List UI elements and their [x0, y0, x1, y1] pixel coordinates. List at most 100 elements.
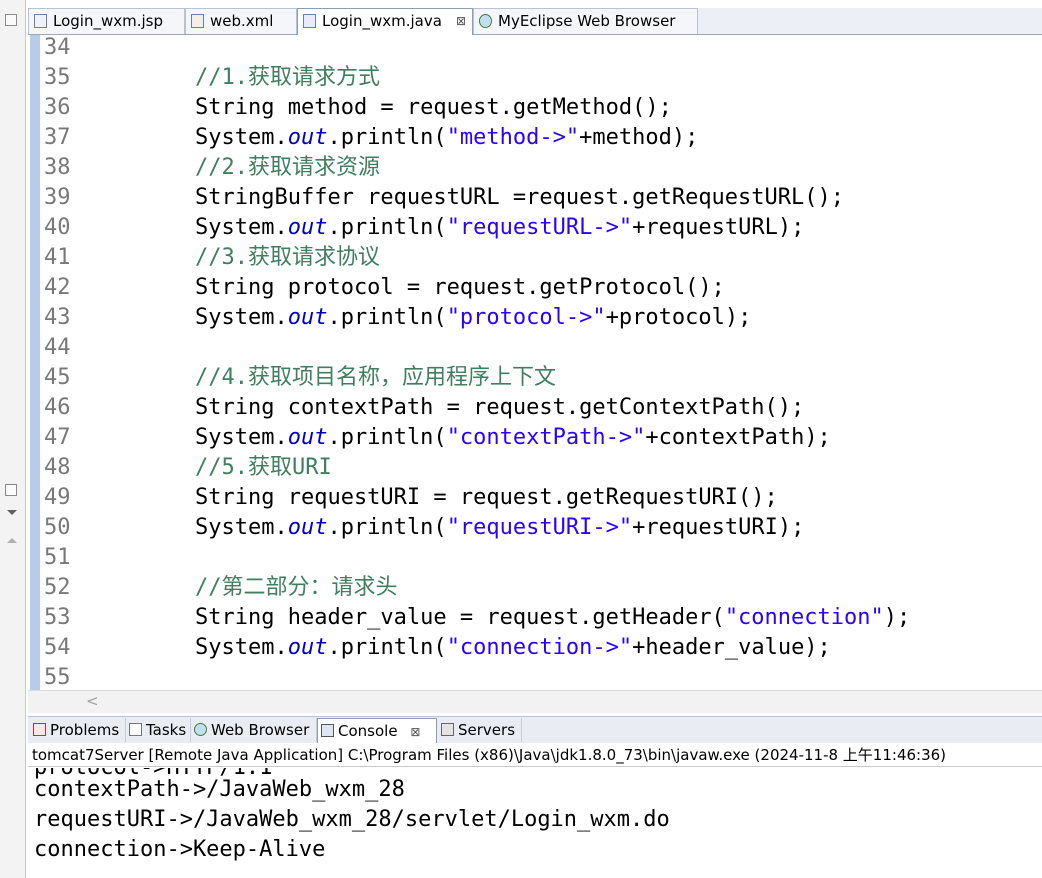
- code-token: .println(: [327, 125, 447, 150]
- code-line: 46 String contextPath = request.getContex…: [28, 393, 1042, 423]
- problems-icon: [33, 723, 46, 736]
- code-token: String protocol = request.getProtocol();: [195, 275, 725, 300]
- left-dock-strip: [0, 0, 26, 878]
- code-line: 52 //第二部分：请求头: [28, 573, 1042, 603]
- code-line: 55: [28, 663, 1042, 693]
- code-text: System.out.println("requestURI->"+reques…: [195, 513, 804, 543]
- code-line: 40 System.out.println("requestURL->"+requ…: [28, 213, 1042, 243]
- tab-label: MyEclipse Web Browser: [498, 12, 676, 30]
- tab-tasks[interactable]: Tasks: [126, 718, 191, 742]
- code-line: 37 System.out.println("method->"+method);: [28, 123, 1042, 153]
- code-line: 50 System.out.println("requestURI->"+requ…: [28, 513, 1042, 543]
- code-static-field: out: [287, 635, 328, 660]
- editor-horizontal-scrollbar[interactable]: <: [28, 690, 1042, 713]
- code-text: String method = request.getMethod();: [195, 93, 672, 123]
- code-string: "requestURI->": [446, 515, 633, 540]
- code-static-field: out: [287, 125, 328, 150]
- code-line: 38 //2.获取请求资源: [28, 153, 1042, 183]
- tab-label: Tasks: [146, 721, 187, 739]
- line-number: 36: [44, 95, 71, 120]
- code-line: 51: [28, 543, 1042, 573]
- code-token: System.: [195, 515, 288, 540]
- line-number: 38: [44, 155, 71, 180]
- code-string: "connection": [724, 605, 884, 630]
- code-text: //2.获取请求资源: [195, 153, 380, 183]
- code-comment: //第二部分：请求头: [195, 575, 398, 600]
- code-token: System.: [195, 305, 288, 330]
- code-editor[interactable]: 34 35 //1.获取请求方式 36 String method = request.…: [28, 35, 1042, 690]
- tab-web-browser[interactable]: Web Browser: [191, 718, 317, 742]
- code-token: +header_value);: [632, 635, 831, 660]
- code-static-field: out: [287, 305, 328, 330]
- code-line: 53 String header_value = request.getHeade…: [28, 603, 1042, 633]
- line-number: 37: [44, 125, 71, 150]
- tab-myeclipse-web-browser[interactable]: MyEclipse Web Browser: [473, 8, 698, 34]
- line-number: 53: [44, 605, 71, 630]
- tab-login-wxm-java[interactable]: Login_wxm.java ⊠: [297, 8, 473, 35]
- xml-file-icon: [191, 14, 204, 28]
- scroll-up-icon[interactable]: [7, 538, 17, 543]
- line-number: 40: [44, 215, 71, 240]
- code-comment: //5.获取URI: [195, 455, 332, 480]
- tab-login-wxm-jsp[interactable]: Login_wxm.jsp: [28, 8, 185, 34]
- close-icon[interactable]: ⊠: [410, 725, 420, 739]
- code-token: String requestURI = request.getRequestUR…: [195, 485, 778, 510]
- line-number: 54: [44, 635, 71, 660]
- code-token: System.: [195, 425, 288, 450]
- code-static-field: out: [287, 425, 328, 450]
- view-menu-icon[interactable]: [7, 510, 17, 515]
- line-number: 46: [44, 395, 71, 420]
- tab-web-xml[interactable]: web.xml: [185, 8, 297, 34]
- code-string: "contextPath->": [446, 425, 646, 450]
- servers-icon: [441, 723, 454, 736]
- code-line: 34: [28, 33, 1042, 63]
- code-comment: //3.获取请求协议: [195, 245, 380, 270]
- scroll-left-icon[interactable]: <: [86, 692, 99, 710]
- tab-problems[interactable]: Problems: [30, 718, 126, 742]
- tab-label: Login_wxm.jsp: [53, 12, 163, 30]
- line-number: 34: [44, 35, 71, 60]
- code-token: +method);: [579, 125, 699, 150]
- line-number: 48: [44, 455, 71, 480]
- code-text: System.out.println("requestURL->"+reques…: [195, 213, 804, 243]
- line-number: 41: [44, 245, 71, 270]
- tab-servers[interactable]: Servers: [438, 718, 522, 742]
- line-number: 52: [44, 575, 71, 600]
- line-number: 55: [44, 665, 71, 690]
- code-token: String header_value = request.getHeader(: [195, 605, 725, 630]
- code-line: 35 //1.获取请求方式: [28, 63, 1042, 93]
- code-token: StringBuffer requestURL =request.getRequ…: [195, 185, 845, 210]
- code-text: //3.获取请求协议: [195, 243, 380, 273]
- restore-view-icon[interactable]: [5, 484, 17, 496]
- code-text: //4.获取项目名称，应用程序上下文: [195, 363, 556, 393]
- code-static-field: out: [287, 215, 328, 240]
- close-icon[interactable]: ⊠: [456, 9, 466, 33]
- code-token: .println(: [327, 305, 447, 330]
- code-string: "protocol->": [446, 305, 606, 330]
- code-text: String requestURI = request.getRequestUR…: [195, 483, 778, 513]
- code-line: 36 String method = request.getMethod();: [28, 93, 1042, 123]
- line-number: 42: [44, 275, 71, 300]
- code-text: System.out.println("protocol->"+protocol…: [195, 303, 751, 333]
- restore-view-icon[interactable]: [5, 14, 17, 26]
- code-token: System.: [195, 215, 288, 240]
- code-line: 42 String protocol = request.getProtocol(…: [28, 273, 1042, 303]
- tab-label: web.xml: [210, 12, 274, 30]
- code-line: 45 //4.获取项目名称，应用程序上下文: [28, 363, 1042, 393]
- tab-label: Console: [338, 722, 398, 740]
- line-number: 47: [44, 425, 71, 450]
- tab-console[interactable]: Console ⊠: [317, 718, 437, 744]
- code-token: .println(: [327, 635, 447, 660]
- code-text: StringBuffer requestURL =request.getRequ…: [195, 183, 844, 213]
- code-token: String method = request.getMethod();: [195, 95, 672, 120]
- console-process-label: tomcat7Server [Remote Java Application] …: [28, 743, 1042, 767]
- code-text: String protocol = request.getProtocol();: [195, 273, 725, 303]
- globe-icon: [194, 723, 207, 736]
- console-output[interactable]: protocol->HTTP/1.1 contextPath->/JavaWeb…: [28, 768, 1042, 878]
- code-text: //第二部分：请求头: [195, 573, 398, 603]
- console-line: requestURI->/JavaWeb_wxm_28/servlet/Logi…: [34, 807, 670, 832]
- line-number: 45: [44, 365, 71, 390]
- code-line: 48 //5.获取URI: [28, 453, 1042, 483]
- view-tab-bar: Problems Tasks Web Browser Console ⊠ Ser…: [28, 716, 1042, 744]
- code-token: .println(: [327, 215, 447, 240]
